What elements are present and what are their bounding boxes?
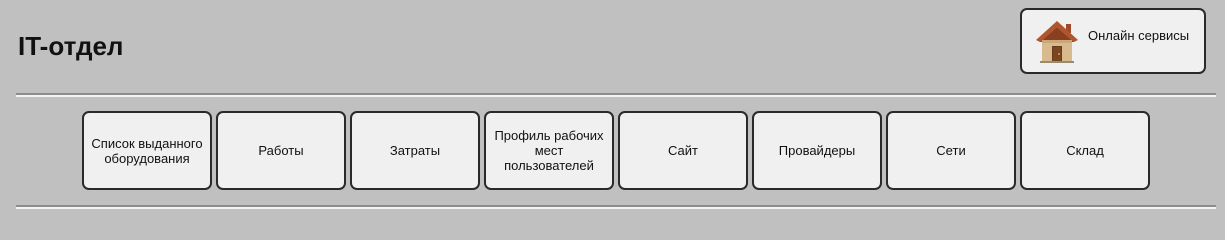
online-services-label: Онлайн сервисы xyxy=(1088,27,1190,43)
main-nav: Список выданного оборудования Работы Зат… xyxy=(82,111,1150,190)
bottom-divider xyxy=(16,205,1216,209)
networks-button[interactable]: Сети xyxy=(886,111,1016,190)
house-icon xyxy=(1036,21,1078,63)
top-divider xyxy=(16,93,1216,97)
issued-equipment-button[interactable]: Список выданного оборудования xyxy=(82,111,212,190)
online-services-button[interactable]: Онлайн сервисы xyxy=(1020,8,1206,74)
site-button[interactable]: Сайт xyxy=(618,111,748,190)
page-title: IT-отдел xyxy=(18,31,124,61)
providers-button[interactable]: Провайдеры xyxy=(752,111,882,190)
warehouse-button[interactable]: Склад xyxy=(1020,111,1150,190)
workstation-profile-button[interactable]: Профиль рабочих мест пользователей xyxy=(484,111,614,190)
expenses-button[interactable]: Затраты xyxy=(350,111,480,190)
works-button[interactable]: Работы xyxy=(216,111,346,190)
